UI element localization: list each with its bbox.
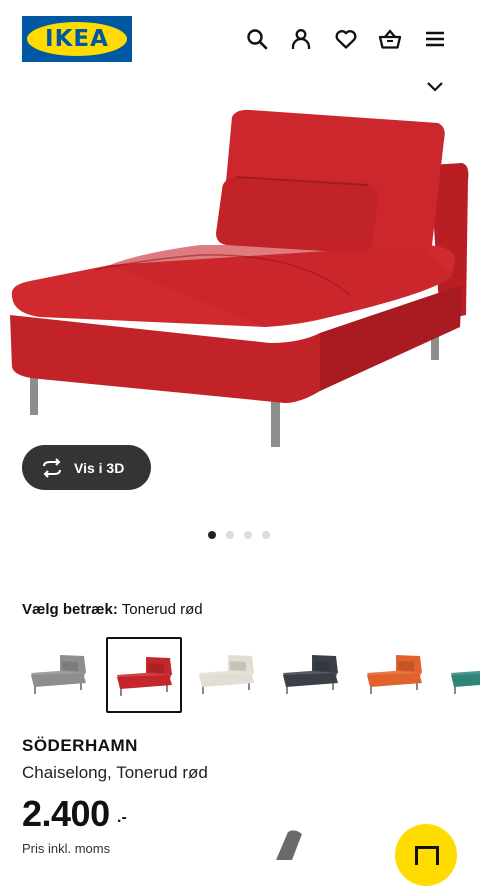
swatch-orange[interactable] (358, 637, 434, 713)
swatch-thumbnail (31, 655, 86, 694)
heart-icon[interactable] (334, 27, 358, 51)
swatch-thumbnail (451, 671, 480, 694)
carousel-dot[interactable] (208, 531, 216, 539)
carousel-dot[interactable] (262, 531, 270, 539)
logo-text: IKEA (45, 26, 109, 52)
search-icon[interactable] (245, 27, 269, 51)
product-price: 2.400 (22, 793, 110, 834)
swatch-red[interactable] (106, 637, 182, 713)
basket-icon[interactable] (378, 27, 402, 51)
swatch-thumbnail (283, 655, 338, 694)
price-note: Pris inkl. moms (22, 841, 111, 856)
view-in-3d-label: Vis i 3D (74, 459, 125, 476)
carousel-dots (208, 531, 270, 539)
swatch-beige[interactable] (190, 637, 266, 713)
cart-icon (415, 846, 439, 865)
swatch-thumbnail (367, 655, 422, 694)
variant-label: Vælg betræk: Tonerud rød (22, 601, 203, 618)
product-image[interactable] (0, 95, 480, 465)
swatch-grey[interactable] (22, 637, 98, 713)
swatch-teal[interactable] (442, 637, 480, 713)
carousel-dot[interactable] (244, 531, 252, 539)
logo-oval: IKEA (27, 22, 127, 56)
user-icon[interactable] (289, 27, 313, 51)
swatch-thumbnail (117, 657, 172, 696)
chevron-down-icon[interactable] (425, 80, 445, 94)
header: IKEA (0, 0, 480, 80)
rotate-3d-icon (43, 457, 61, 478)
menu-icon[interactable] (423, 27, 447, 51)
variant-swatches (22, 637, 480, 715)
carousel-dot[interactable] (226, 531, 234, 539)
product-description: Chaiselong, Tonerud rød (22, 763, 208, 782)
variant-label-prefix: Vælg betræk: (22, 601, 118, 618)
view-in-3d-button[interactable]: Vis i 3D (22, 445, 151, 490)
sofa-leg (271, 395, 280, 447)
floating-cart-button[interactable] (395, 824, 457, 886)
variant-selected-name: Tonerud rød (121, 601, 203, 618)
next-image-fragment (270, 830, 310, 865)
swatch-dark-grey[interactable] (274, 637, 350, 713)
price-suffix: .- (117, 809, 127, 826)
swatch-thumbnail (199, 655, 254, 694)
product-name[interactable]: SÖDERHAMN (22, 736, 138, 756)
ikea-logo[interactable]: IKEA (22, 16, 132, 62)
